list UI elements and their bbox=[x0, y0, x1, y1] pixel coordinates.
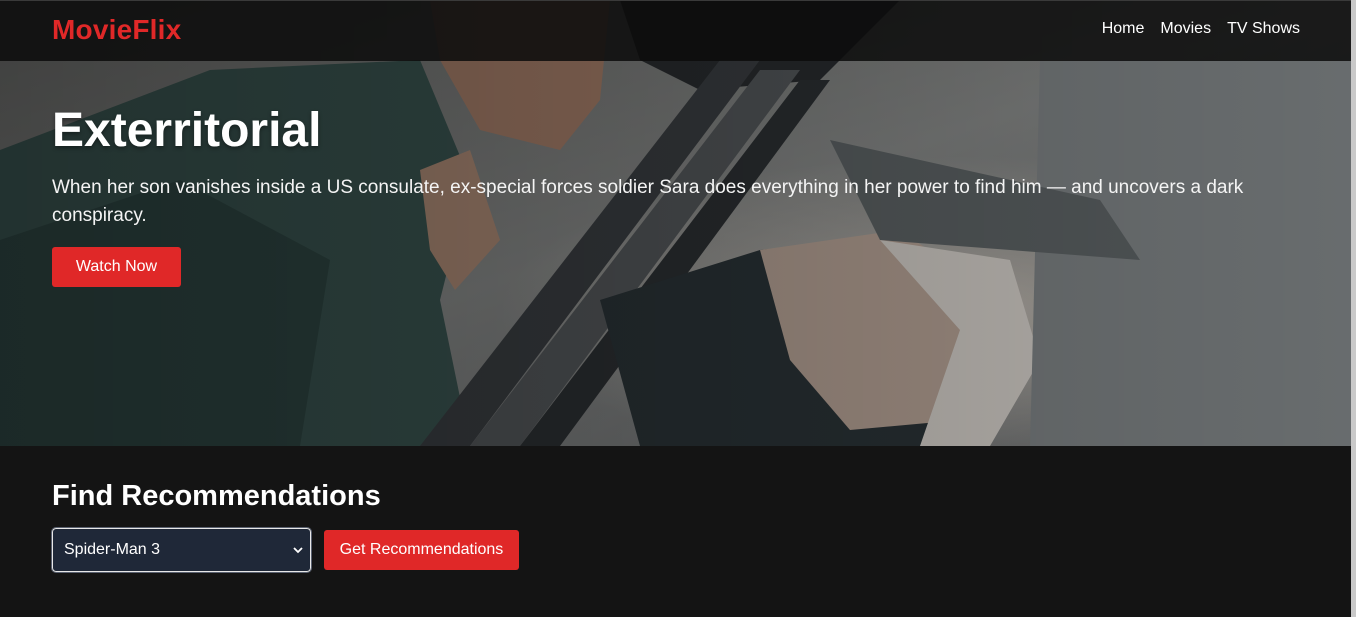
hero-title: Exterritorial bbox=[52, 104, 322, 157]
scrollbar-thumb[interactable] bbox=[1351, 0, 1356, 617]
get-recommendations-button[interactable]: Get Recommendations bbox=[324, 530, 519, 570]
page-scrollbar[interactable] bbox=[1351, 0, 1356, 617]
nav-link-tv-shows[interactable]: TV Shows bbox=[1227, 20, 1300, 38]
hero-description: When her son vanishes inside a US consul… bbox=[52, 177, 1244, 226]
watch-now-button[interactable]: Watch Now bbox=[52, 247, 181, 287]
recommendations-controls: Spider-Man 3 Get Recommendations bbox=[51, 527, 532, 573]
nav-link-home[interactable]: Home bbox=[1102, 20, 1145, 38]
recommendations-heading: Find Recommendations bbox=[52, 480, 381, 512]
navbar: MovieFlix Home Movies TV Shows bbox=[0, 0, 1351, 61]
nav-links: Home Movies TV Shows bbox=[1102, 20, 1300, 38]
brand-logo[interactable]: MovieFlix bbox=[52, 14, 181, 46]
chevron-down-icon bbox=[293, 547, 303, 554]
recommendations-section: Find Recommendations Spider-Man 3 Get Re… bbox=[51, 478, 519, 573]
nav-link-movies[interactable]: Movies bbox=[1160, 20, 1211, 38]
movie-select[interactable]: Spider-Man 3 bbox=[51, 527, 312, 573]
movie-select-value: Spider-Man 3 bbox=[64, 541, 161, 558]
hero-banner: MovieFlix Home Movies TV Shows Exterrito… bbox=[0, 0, 1351, 446]
page: MovieFlix Home Movies TV Shows Exterrito… bbox=[0, 0, 1351, 617]
hero-content: Exterritorial When her son vanishes insi… bbox=[52, 104, 1282, 287]
